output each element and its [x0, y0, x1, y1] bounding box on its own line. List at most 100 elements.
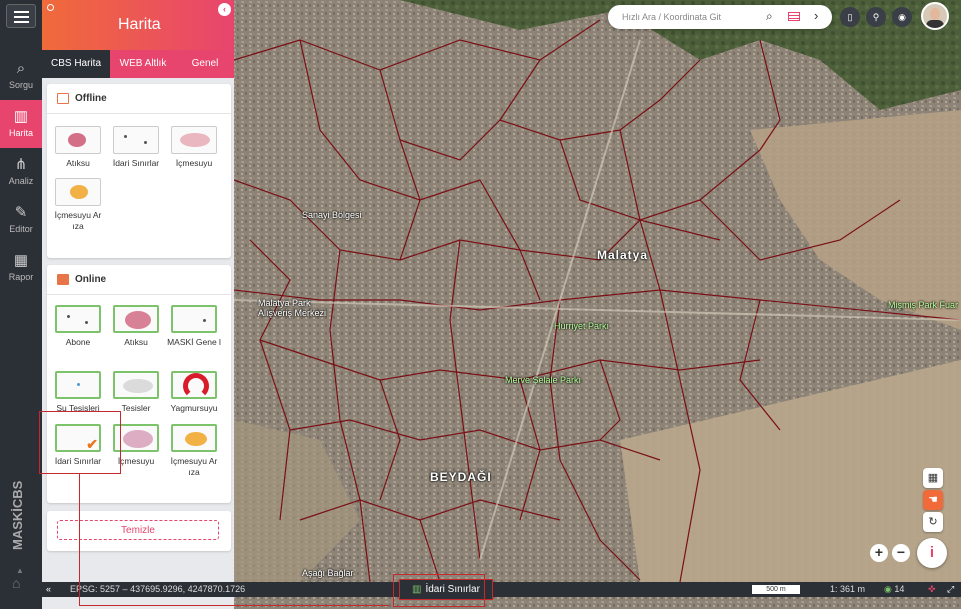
map-label-district: BEYDAĞI — [430, 470, 492, 484]
layer-label: Atıksu — [66, 158, 90, 168]
mouse-coordinates: 437695.9296, 4247870.1726 — [130, 584, 246, 594]
grid-icon: ▦ — [927, 472, 939, 484]
edit-icon: ✎ — [14, 204, 28, 221]
layer-panel: Harita ‹ CBS Harita WEB Altlık Genel Off… — [42, 0, 234, 609]
refresh-icon: ↻ — [928, 516, 938, 528]
fullscreen-icon[interactable]: ⤢ — [947, 582, 954, 597]
online-layer-su-tesisleri[interactable]: Su Tesisleri — [51, 371, 105, 414]
analysis-icon: ⋔ — [14, 156, 28, 173]
grid-apps-button[interactable]: ▦ — [923, 468, 943, 488]
status-bar: « EPSG: 5257 – 437695.9296, 4247870.1726… — [42, 579, 961, 600]
nav-label: Harita — [8, 128, 33, 138]
layers-list-icon[interactable] — [788, 12, 800, 21]
online-layer-maski-genel[interactable]: MASKİ Gene l — [167, 305, 221, 348]
layer-thumbnail — [171, 371, 217, 399]
zoom-icon: ◉ — [884, 584, 892, 594]
layer-label: İçmesuyu Ar ıza — [54, 210, 102, 231]
offline-layer-icmesuyu-ariza[interactable]: İçmesuyu Ar ıza — [51, 178, 105, 232]
layer-label: İdari Sınırlar — [112, 158, 160, 168]
panel-header: Harita ‹ — [42, 0, 234, 50]
tab-cbs-harita[interactable]: CBS Harita — [42, 50, 110, 78]
nav-harita[interactable]: ▥ Harita — [0, 100, 42, 148]
crosshair-icon[interactable]: ✜ — [928, 582, 936, 597]
pan-hand-button[interactable]: ☚ — [923, 490, 943, 510]
online-layer-tesisler[interactable]: Tesisler — [109, 371, 163, 414]
map-icon — [57, 274, 69, 285]
hamburger-menu-button[interactable] — [6, 4, 36, 28]
panel-back-icon[interactable]: ‹ — [218, 3, 231, 16]
tab-web-altlik[interactable]: WEB Altlık — [110, 50, 176, 78]
highlight-connector-vertical — [79, 474, 80, 606]
layer-label: MASKİ Gene l — [167, 337, 221, 347]
online-layer-abone[interactable]: Abone — [51, 305, 105, 348]
nav-editor[interactable]: ✎ Editor — [0, 196, 42, 244]
nav-label: Editor — [9, 224, 33, 234]
map-icon — [57, 93, 69, 104]
map-label-park1: Hürriyet Parkı — [554, 321, 610, 331]
layer-label: Yagmursuyu — [170, 403, 218, 413]
layer-thumbnail — [171, 305, 217, 333]
collapse-up-icon[interactable]: ▲ — [16, 566, 24, 575]
nav-analiz[interactable]: ⋔ Analiz — [0, 148, 42, 196]
icon-sidebar: ⌕ Sorgu ▥ Harita ⋔ Analiz ✎ Editor ▦ Rap… — [0, 0, 42, 609]
info-button[interactable]: i — [917, 538, 947, 568]
chevron-right-icon[interactable]: › — [814, 8, 818, 23]
layer-thumbnail — [113, 126, 159, 154]
layer-thumbnail — [171, 424, 217, 452]
online-layer-atiksu[interactable]: Atıksu — [109, 305, 163, 348]
refresh-button[interactable]: ↻ — [923, 512, 943, 532]
scale-ratio: 1: 361 m — [830, 584, 866, 594]
panel-dot-icon — [47, 4, 54, 11]
home-icon[interactable]: ⌂ — [12, 575, 20, 591]
panel-tabs: CBS Harita WEB Altlık Genel — [42, 50, 234, 78]
offline-card-header: Offline — [47, 84, 231, 114]
clear-button[interactable]: Temizle — [57, 520, 219, 540]
offline-layer-atiksu[interactable]: Atıksu — [51, 126, 105, 169]
online-layer-yagmursuyu[interactable]: Yagmursuyu — [167, 371, 221, 414]
layer-label: İçmesuyu Ar ıza — [170, 456, 218, 477]
user-avatar[interactable] — [921, 2, 949, 30]
yagmursuyu-ring-icon — [183, 373, 209, 397]
online-card-header: Online — [47, 265, 231, 295]
search-icon: ⌕ — [16, 60, 26, 77]
online-title: Online — [75, 274, 107, 285]
layer-thumbnail — [55, 126, 101, 154]
search-bar[interactable]: Hızlı Ara / Koordinata Git ⌕ › — [608, 5, 832, 29]
tab-genel[interactable]: Genel — [176, 50, 234, 78]
layer-label: Tesisler — [121, 403, 151, 413]
report-icon: ▦ — [13, 252, 29, 269]
layer-thumbnail — [113, 371, 159, 399]
nav-sorgu[interactable]: ⌕ Sorgu — [0, 52, 42, 100]
globe-button[interactable]: ◉ — [892, 7, 912, 27]
collapse-left-icon[interactable]: « — [46, 582, 51, 597]
nav-label: Rapor — [8, 272, 34, 282]
panel-title: Harita — [118, 16, 161, 33]
offline-layer-icmesuyu[interactable]: İçmesuyu — [167, 126, 221, 169]
search-icon[interactable]: ⌕ — [766, 9, 773, 24]
panel-icon: ▯ — [847, 12, 853, 22]
online-layer-icmesuyu-ariza[interactable]: İçmesuyu Ar ıza — [167, 424, 221, 478]
highlight-connector-horizontal — [79, 605, 389, 606]
layer-label: İçmesuyu — [175, 158, 213, 168]
nav-label: Sorgu — [8, 80, 34, 90]
location-button[interactable]: ⚲ — [866, 7, 886, 27]
offline-card: Offline Atıksu İdari Sınırlar İçmesuyu İ… — [47, 84, 231, 258]
map-label-south: Aşağı Bağlar — [302, 568, 354, 578]
nav-label: Analiz — [8, 176, 34, 186]
zoom-in-button[interactable]: + — [870, 544, 888, 562]
coordinate-readout: EPSG: 5257 – 437695.9296, 4247870.1726 — [70, 584, 246, 594]
pin-icon: ⚲ — [872, 12, 880, 22]
split-view-button[interactable]: ▯ — [840, 7, 860, 27]
info-icon: i — [929, 544, 935, 561]
map-label-park2: Merve Şelale Parkı — [505, 375, 582, 385]
globe-icon: ◉ — [898, 12, 906, 22]
layer-thumbnail — [55, 371, 101, 399]
offline-title: Offline — [75, 93, 107, 104]
search-input[interactable]: Hızlı Ara / Koordinata Git — [622, 12, 721, 22]
layer-thumbnail — [113, 305, 159, 333]
map-label-industry: Sanayi Bölgesi — [302, 210, 362, 220]
nav-rapor[interactable]: ▦ Rapor — [0, 244, 42, 292]
zoom-out-button[interactable]: − — [892, 544, 910, 562]
offline-layer-idari-sinirlar[interactable]: İdari Sınırlar — [109, 126, 163, 169]
layer-label: Atıksu — [124, 337, 148, 347]
